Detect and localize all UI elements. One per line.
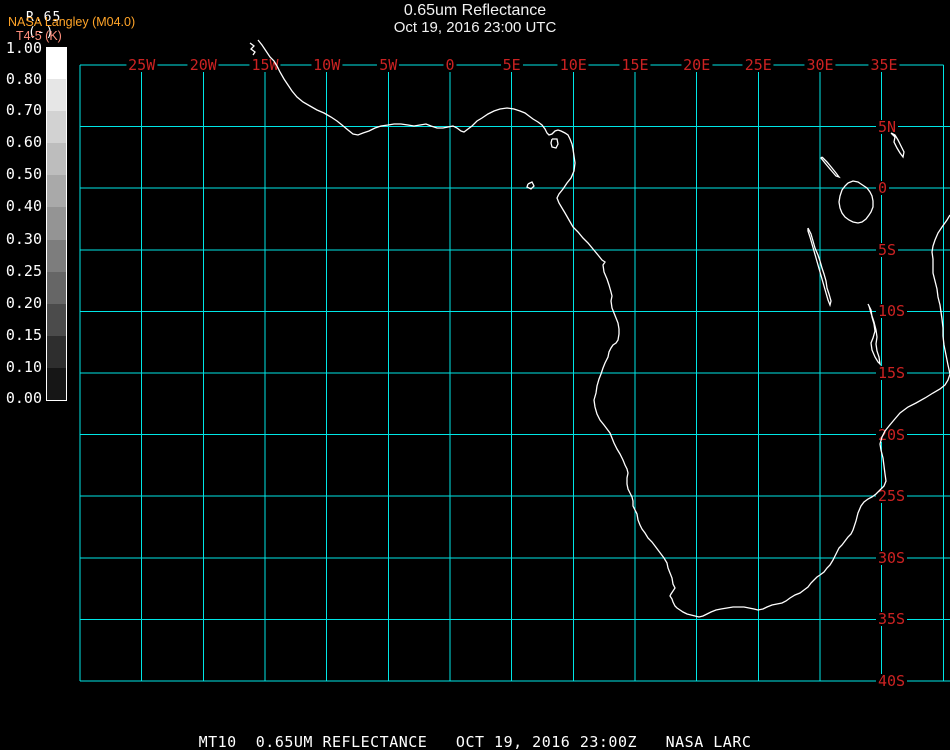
- colorbar-segment: [47, 336, 66, 368]
- lon-label: 25E: [742, 56, 774, 74]
- lat-label: 35S: [876, 610, 908, 629]
- colorbar-segment: [47, 272, 66, 304]
- colorbar-tick-label: 0.80: [5, 70, 42, 88]
- lon-label: 25W: [126, 56, 158, 74]
- coastline-path: [838, 180, 874, 224]
- lon-label: 10W: [311, 56, 343, 74]
- coastline-path: [249, 42, 256, 56]
- plot-subtitle-date: Oct 19, 2016 23:00 UTC: [393, 18, 557, 36]
- colorbar-segment: [47, 48, 66, 79]
- coastline-path: [820, 156, 841, 179]
- lon-label: 5E: [500, 56, 523, 74]
- coastline-path: [807, 227, 832, 308]
- lat-label: 15S: [876, 364, 908, 382]
- lat-label: 5N: [876, 117, 899, 136]
- lat-label: 25S: [876, 487, 908, 506]
- colorbar-tick-label: 0.40: [5, 197, 42, 215]
- plot-title-block: 0.65um Reflectance Oct 19, 2016 23:00 UT…: [0, 2, 950, 36]
- lon-label: 30E: [804, 56, 836, 74]
- lat-label: 0: [876, 179, 890, 198]
- satellite-map-viewer: 0.65um Reflectance Oct 19, 2016 23:00 UT…: [0, 0, 950, 750]
- colorbar-tick-label: 0.30: [5, 230, 42, 248]
- lon-label: 20E: [681, 56, 713, 74]
- reflectance-colorbar: [46, 47, 67, 401]
- lat-label: 40S: [876, 672, 908, 690]
- colorbar-tick-label: 0.20: [5, 294, 42, 312]
- lon-label: 10E: [557, 56, 589, 74]
- lat-label: 5S: [876, 240, 899, 259]
- colorbar-tick-label: 0.60: [5, 133, 42, 151]
- colorbar-segment: [47, 143, 66, 175]
- lon-label: 15W: [249, 56, 281, 74]
- colorbar-tick-label: 0.70: [5, 101, 42, 119]
- t4-5-label: T4-5 (K): [16, 29, 62, 43]
- lat-label: 10S: [876, 302, 908, 321]
- colorbar-segment: [47, 207, 66, 240]
- coastline-overlay: [249, 39, 950, 618]
- colorbar-segment: [47, 175, 66, 207]
- coastline-path: [526, 181, 535, 190]
- colorbar-tick-label: 0.00: [5, 389, 42, 407]
- lat-lon-grid: [79, 64, 950, 682]
- lat-label: 30S: [876, 548, 908, 567]
- colorbar-segment: [47, 111, 66, 143]
- colorbar-segment: [47, 304, 66, 336]
- colorbar-tick-label: 0.25: [5, 262, 42, 280]
- colorbar-tick-label: 0.15: [5, 326, 42, 344]
- footer-status-bar: MT10 0.65UM REFLECTANCE OCT 19, 2016 23:…: [198, 733, 752, 750]
- colorbar-tick-label: 1.00: [5, 39, 42, 57]
- colorbar-segment: [47, 240, 66, 272]
- lon-label: 35E: [868, 56, 900, 74]
- lon-label: 0: [443, 56, 457, 74]
- lon-label: 20W: [187, 56, 219, 74]
- plot-title: 0.65um Reflectance: [403, 2, 547, 19]
- colorbar-tick-label: 0.10: [5, 358, 42, 376]
- coastline-path: [550, 138, 559, 149]
- coastline-path: [257, 39, 950, 618]
- lat-label: 20S: [876, 425, 908, 444]
- colorbar-tick-label: 0.50: [5, 165, 42, 183]
- coastline-path: [890, 132, 905, 159]
- colorbar-segment: [47, 79, 66, 111]
- lon-label: 5W: [377, 56, 400, 74]
- lon-label: 15E: [619, 56, 651, 74]
- colorbar-segment: [47, 368, 66, 400]
